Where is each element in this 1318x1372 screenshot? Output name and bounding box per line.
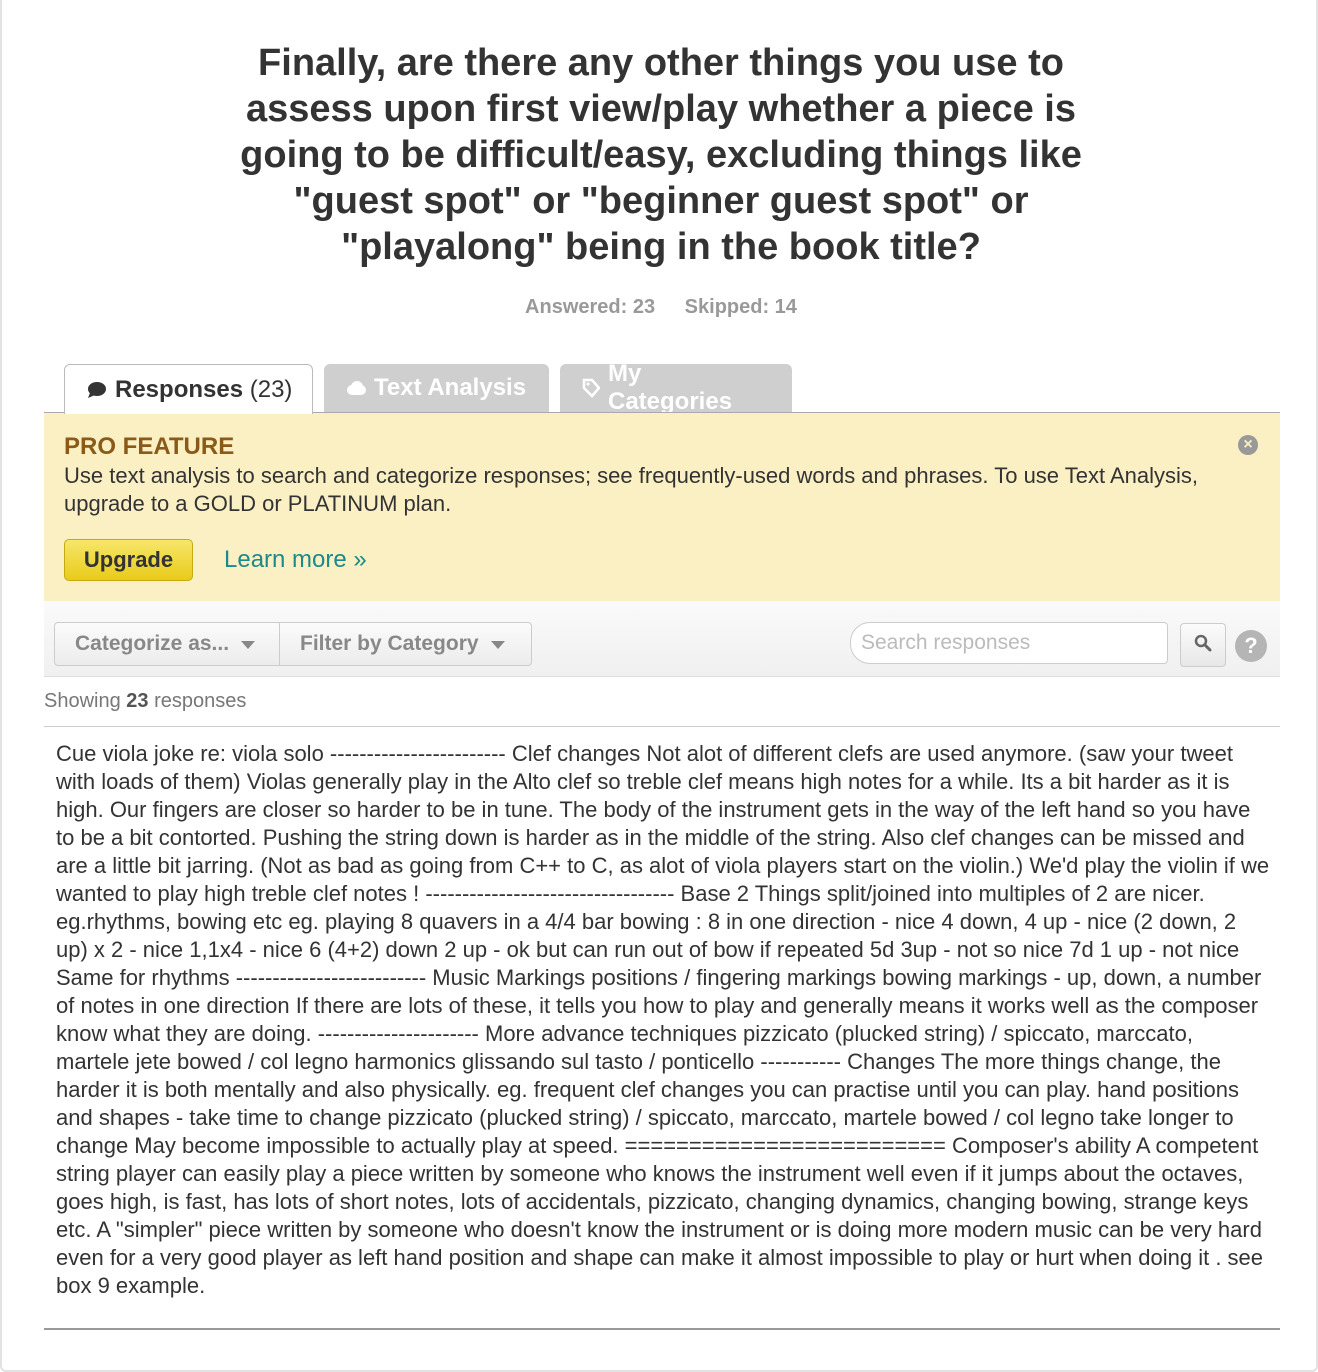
learn-more-link[interactable]: Learn more » bbox=[224, 546, 367, 574]
tab-responses[interactable]: Responses (23) bbox=[64, 364, 313, 414]
close-circle-icon[interactable]: × bbox=[1238, 435, 1258, 455]
filter-by-category-dropdown[interactable]: Filter by Category bbox=[280, 623, 531, 665]
response-item: Cue viola joke re: viola solo ----------… bbox=[56, 741, 1270, 1298]
tab-bar: Responses (23) Text Analysis My Categori… bbox=[64, 360, 792, 415]
speech-bubble-icon bbox=[87, 381, 107, 399]
help-icon[interactable]: ? bbox=[1235, 630, 1267, 662]
chevron-down-icon bbox=[490, 641, 505, 649]
showing-prefix: Showing bbox=[44, 690, 121, 712]
tab-responses-count: (23) bbox=[249, 375, 293, 403]
chevron-down-icon bbox=[241, 641, 256, 649]
cloud-icon bbox=[346, 381, 366, 395]
categorize-as-label: Categorize as... bbox=[75, 632, 230, 655]
tab-text-analysis[interactable]: Text Analysis bbox=[324, 364, 549, 412]
list-divider-top bbox=[44, 726, 1280, 727]
showing-suffix: responses bbox=[154, 690, 247, 712]
showing-count: Showing 23 responses bbox=[44, 690, 246, 713]
responses-toolbar: Categorize as... Filter by Category ? bbox=[44, 601, 1280, 677]
categorize-as-dropdown[interactable]: Categorize as... bbox=[55, 623, 280, 665]
pro-feature-banner: PRO FEATURE Use text analysis to search … bbox=[44, 413, 1280, 601]
category-button-group: Categorize as... Filter by Category bbox=[54, 622, 532, 666]
tab-responses-label: Responses bbox=[115, 375, 244, 403]
skipped-count: Skipped: 14 bbox=[684, 296, 797, 318]
upgrade-button[interactable]: Upgrade bbox=[64, 539, 193, 581]
page: Finally, are there any other things you … bbox=[0, 0, 1318, 1372]
answered-count: Answered: 23 bbox=[525, 296, 656, 318]
list-divider-bottom bbox=[44, 1328, 1280, 1330]
search-responses-input[interactable] bbox=[850, 622, 1168, 664]
tag-icon bbox=[582, 378, 600, 398]
showing-number: 23 bbox=[126, 690, 149, 712]
pro-feature-title: PRO FEATURE bbox=[64, 433, 235, 460]
magnifier-icon bbox=[1194, 634, 1212, 657]
pro-feature-text: Use text analysis to search and categori… bbox=[64, 463, 1199, 516]
question-title: Finally, are there any other things you … bbox=[240, 42, 1082, 268]
tab-text-analysis-label: Text Analysis bbox=[374, 374, 527, 401]
tab-my-categories-label: My Categories bbox=[608, 360, 733, 415]
tab-my-categories[interactable]: My Categories bbox=[560, 360, 792, 415]
filter-by-category-label: Filter by Category bbox=[300, 632, 479, 655]
search-button[interactable] bbox=[1180, 623, 1226, 667]
response-counts: Answered: 23 Skipped: 14 bbox=[2, 296, 1318, 319]
